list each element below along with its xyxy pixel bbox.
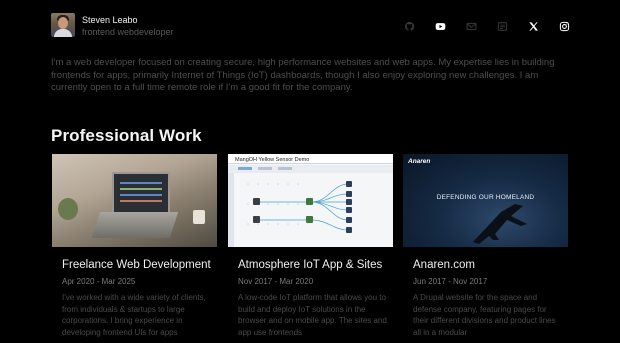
project-title[interactable]: Atmosphere IoT App & Sites [238,259,382,271]
project-date: Jun 2017 - Nov 2017 [413,277,488,286]
project-date: Apr 2020 - Mar 2025 [62,277,136,286]
project-description: I've worked with a wide variety of clien… [62,293,206,337]
avatar [51,13,75,37]
profile-role: frontend webdeveloper [82,27,174,37]
project-thumbnail-laptop[interactable] [52,154,217,247]
instagram-icon[interactable] [557,19,571,33]
social-links [385,19,571,33]
project-thumbnail-sensor-demo[interactable]: MangOH Yellow Sensor Demo [228,154,393,247]
project-title[interactable]: Freelance Web Development [62,259,211,271]
project-title[interactable]: Anaren.com [413,259,475,271]
github-icon[interactable] [402,19,416,33]
project-description: A low-code IoT platform that allows you … [238,293,387,337]
project-card[interactable]: Anaren DEFENDING OUR HOMELAND Anaren.com… [403,154,568,337]
project-date: Nov 2017 - Mar 2020 [238,277,314,286]
email-icon[interactable] [464,19,478,33]
resume-icon[interactable] [495,19,509,33]
project-card[interactable]: MangOH Yellow Sensor Demo Atmosphere IoT… [228,154,393,337]
x-twitter-icon[interactable] [526,19,540,33]
profile-header: Steven Leabo frontend webdeveloper [51,13,571,39]
bio-text: I'm a web developer focused on creating … [51,57,555,93]
flow-diagram-graphic [247,181,352,233]
project-thumbnail-jet[interactable]: Anaren DEFENDING OUR HOMELAND [403,154,568,247]
project-description: A Drupal website for the space and defen… [413,293,556,337]
jet-silhouette-graphic [473,204,527,244]
profile-name: Steven Leabo [82,15,138,25]
section-title: Professional Work [51,126,202,145]
project-card[interactable]: Freelance Web Development Apr 2020 - Mar… [52,154,217,337]
youtube-icon[interactable] [433,19,447,33]
